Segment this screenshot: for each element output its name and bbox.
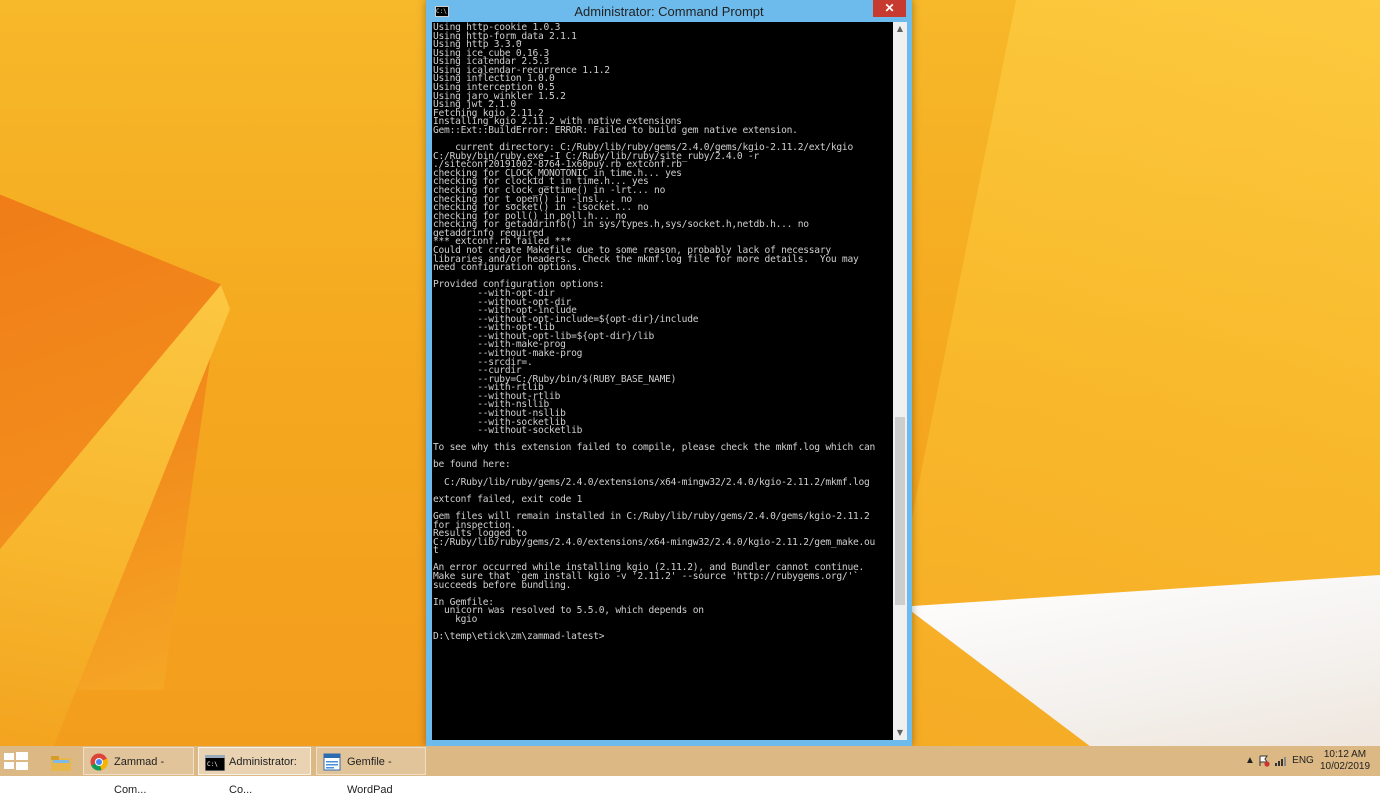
- clock[interactable]: 10:12 AM 10/02/2019: [1316, 749, 1374, 773]
- taskbar-file-explorer[interactable]: [42, 747, 78, 775]
- scrollbar-thumb[interactable]: [895, 417, 905, 605]
- svg-text:C:\: C:\: [207, 761, 218, 768]
- scroll-up-arrow-icon[interactable]: ▲: [893, 22, 907, 36]
- console-output[interactable]: Using http-cookie 1.0.3 Using http-form_d…: [432, 22, 893, 740]
- console-text: Using http-cookie 1.0.3 Using http-form_d…: [432, 22, 893, 642]
- console-line: be found here:: [433, 459, 511, 471]
- console-line: D:\temp\etick\zm\zammad-latest>: [433, 631, 605, 643]
- console-line: C:/Ruby/lib/ruby/gems/2.4.0/extensions/x…: [433, 476, 870, 488]
- folder-icon: [51, 754, 71, 771]
- console-line: C:/Ruby/lib/ruby/gems/2.4.0/extensions/x…: [433, 536, 876, 548]
- console-line: To see why this extension failed to comp…: [433, 442, 876, 454]
- window-title: Administrator: Command Prompt: [574, 4, 764, 19]
- taskbar-wordpad-item[interactable]: Gemfile - WordPad: [316, 747, 426, 796]
- taskbar-item-label: Zammad - Com...: [114, 756, 165, 796]
- title-bar[interactable]: C:\ Administrator: Command Prompt ✕: [426, 0, 912, 22]
- close-button[interactable]: ✕: [873, 0, 906, 17]
- taskbar-command-prompt-item[interactable]: C:\ Administrator: Co...: [198, 747, 311, 796]
- show-hidden-icons-chevron-icon[interactable]: ▲: [1244, 755, 1256, 767]
- clock-time: 10:12 AM: [1323, 749, 1367, 760]
- console-line: --without-socketlib: [433, 425, 583, 437]
- console-line: extconf failed, exit code 1: [433, 493, 583, 505]
- system-tray: ▲ ENG: [1236, 746, 1316, 776]
- console-icon: C:\: [204, 754, 226, 772]
- taskbar: Zammad - Com... C:\ Administrator: Co...…: [0, 746, 1380, 796]
- console-line: succeeds before bundling.: [433, 579, 572, 591]
- console-line: need configuration options.: [433, 262, 583, 274]
- console-line: Gem::Ext::BuildError: ERROR: Failed to b…: [433, 124, 798, 136]
- clock-date: 10/02/2019: [1319, 761, 1371, 772]
- scroll-down-arrow-icon[interactable]: ▼: [893, 726, 907, 740]
- taskbar-chrome-item[interactable]: Zammad - Com...: [83, 747, 194, 796]
- windows-start-icon[interactable]: [4, 752, 28, 770]
- vertical-scrollbar[interactable]: ▲ ▼: [893, 22, 907, 740]
- action-center-flag-icon[interactable]: [1258, 755, 1270, 767]
- console-line: t: [433, 545, 439, 557]
- console-line: unicorn was resolved to 5.5.0, which dep…: [433, 605, 704, 617]
- taskbar-item-label: Administrator: Co...: [229, 756, 297, 796]
- network-signal-icon[interactable]: [1274, 755, 1286, 767]
- console-line: kgio: [433, 613, 478, 625]
- chrome-icon: [90, 753, 108, 771]
- input-language[interactable]: ENG: [1292, 755, 1314, 767]
- command-prompt-window[interactable]: C:\ Administrator: Command Prompt ✕ Usin…: [426, 0, 912, 746]
- taskbar-item-label: Gemfile - WordPad: [347, 756, 393, 796]
- wordpad-icon: [323, 753, 341, 771]
